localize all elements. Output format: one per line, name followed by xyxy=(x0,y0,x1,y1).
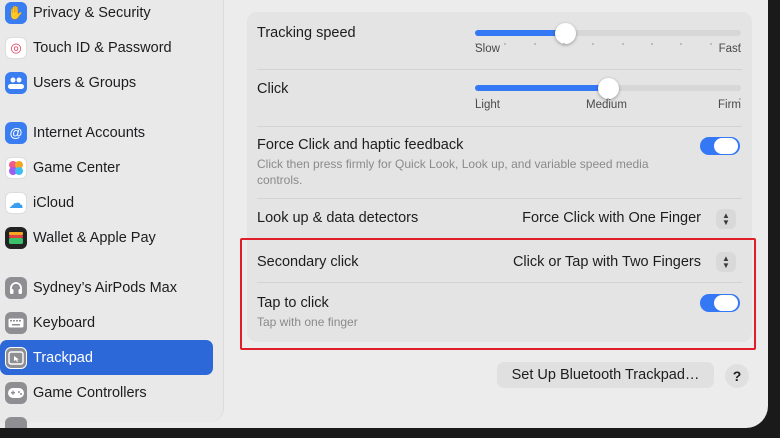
slider-min-label: Slow xyxy=(475,43,500,55)
slider-tick xyxy=(709,43,712,45)
slider-tick xyxy=(651,43,653,45)
look-up-popup[interactable]: Force Click with One Finger xyxy=(522,210,701,226)
sidebar-item-users-groups[interactable]: Users & Groups xyxy=(0,65,213,100)
sidebar-divider xyxy=(0,259,224,260)
sidebar-item-touch-id[interactable]: ◎ Touch ID & Password xyxy=(0,30,213,65)
gamepad-icon xyxy=(5,381,27,404)
sidebar-item-privacy-security[interactable]: ✋ Privacy & Security xyxy=(0,0,213,30)
sidebar-item-label: Trackpad xyxy=(33,349,93,366)
tracking-speed-row: Tracking speed Slow Fast xyxy=(247,12,752,69)
slider-max-label: Firm xyxy=(718,99,741,111)
force-click-description: Click then press firmly for Quick Look, … xyxy=(257,157,649,187)
game-center-icon xyxy=(5,156,27,179)
sidebar-item-label: Sydney’s AirPods Max xyxy=(33,279,177,296)
click-pressure-slider[interactable] xyxy=(475,78,741,100)
click-row: Click Light Medium Firm xyxy=(247,69,752,126)
click-label: Click xyxy=(257,81,289,97)
slider-tick xyxy=(504,43,507,45)
slider-max-label: Fast xyxy=(718,43,741,55)
headphones-icon xyxy=(5,276,27,299)
slider-mid-label: Medium xyxy=(586,99,627,111)
slider-knob[interactable] xyxy=(555,23,577,44)
slider-tick xyxy=(533,43,536,45)
slider-fill xyxy=(475,85,608,91)
tracking-speed-slider[interactable] xyxy=(475,23,741,45)
trackpad-icon xyxy=(5,346,27,369)
sidebar-item-game-center[interactable]: Game Center xyxy=(0,150,213,185)
force-click-label: Force Click and haptic feedback xyxy=(257,137,464,153)
sidebar-item-label: Touch ID & Password xyxy=(33,39,172,56)
look-up-row: Look up & data detectors Force Click wit… xyxy=(247,198,752,240)
sidebar-item-icloud[interactable]: ☁ iCloud xyxy=(0,185,213,220)
sidebar-item-game-controllers[interactable]: Game Controllers xyxy=(0,375,213,410)
tracking-speed-label: Tracking speed xyxy=(257,25,356,41)
sidebar-item-trackpad[interactable]: Trackpad xyxy=(0,340,213,375)
wallet-icon xyxy=(5,226,27,249)
highlight-box xyxy=(240,238,756,350)
sidebar-item-label: iCloud xyxy=(33,194,75,211)
sidebar-item-label: Game Center xyxy=(33,159,121,176)
sidebar-item-keyboard[interactable]: Keyboard xyxy=(0,305,213,340)
help-button[interactable]: ? xyxy=(725,364,749,388)
sidebar-item-label: Keyboard xyxy=(33,314,96,331)
force-click-row: Force Click and haptic feedback Click th… xyxy=(247,126,752,198)
slider-tick xyxy=(621,43,624,45)
keyboard-icon xyxy=(5,311,27,334)
force-click-toggle[interactable] xyxy=(700,137,740,155)
slider-fill xyxy=(475,30,566,36)
sidebar-divider xyxy=(0,104,224,105)
chevron-updown-icon[interactable]: ▲ ▼ xyxy=(716,209,736,229)
settings-window: ✋ Privacy & Security ◎ Touch ID & Passwo… xyxy=(0,0,768,428)
sidebar: ✋ Privacy & Security ◎ Touch ID & Passwo… xyxy=(0,0,224,428)
sidebar-item-partial[interactable] xyxy=(0,410,213,428)
sidebar-item-label: Wallet & Apple Pay xyxy=(33,229,156,246)
sidebar-item-internet-accounts[interactable]: @ Internet Accounts xyxy=(0,115,213,150)
setup-bluetooth-trackpad-button[interactable]: Set Up Bluetooth Trackpad… xyxy=(497,362,714,388)
at-icon: @ xyxy=(5,121,27,144)
sidebar-item-airpods[interactable]: Sydney’s AirPods Max xyxy=(0,270,213,305)
sidebar-item-label: Internet Accounts xyxy=(33,124,146,141)
slider-tick xyxy=(563,43,565,45)
slider-min-label: Light xyxy=(475,99,500,111)
look-up-label: Look up & data detectors xyxy=(257,210,419,226)
slider-tick xyxy=(680,43,683,45)
fingerprint-icon: ◎ xyxy=(5,36,27,59)
sidebar-item-label: Users & Groups xyxy=(33,74,137,91)
slider-tick xyxy=(592,43,595,45)
users-icon xyxy=(5,71,27,94)
printer-icon xyxy=(5,416,27,428)
sidebar-item-label: Privacy & Security xyxy=(33,4,151,21)
sidebar-item-wallet[interactable]: Wallet & Apple Pay xyxy=(0,220,213,255)
toggle-knob xyxy=(714,138,738,154)
slider-knob[interactable] xyxy=(598,78,619,99)
cloud-icon: ☁ xyxy=(5,191,27,214)
hand-icon: ✋ xyxy=(5,1,27,24)
sidebar-item-label: Game Controllers xyxy=(33,384,147,401)
